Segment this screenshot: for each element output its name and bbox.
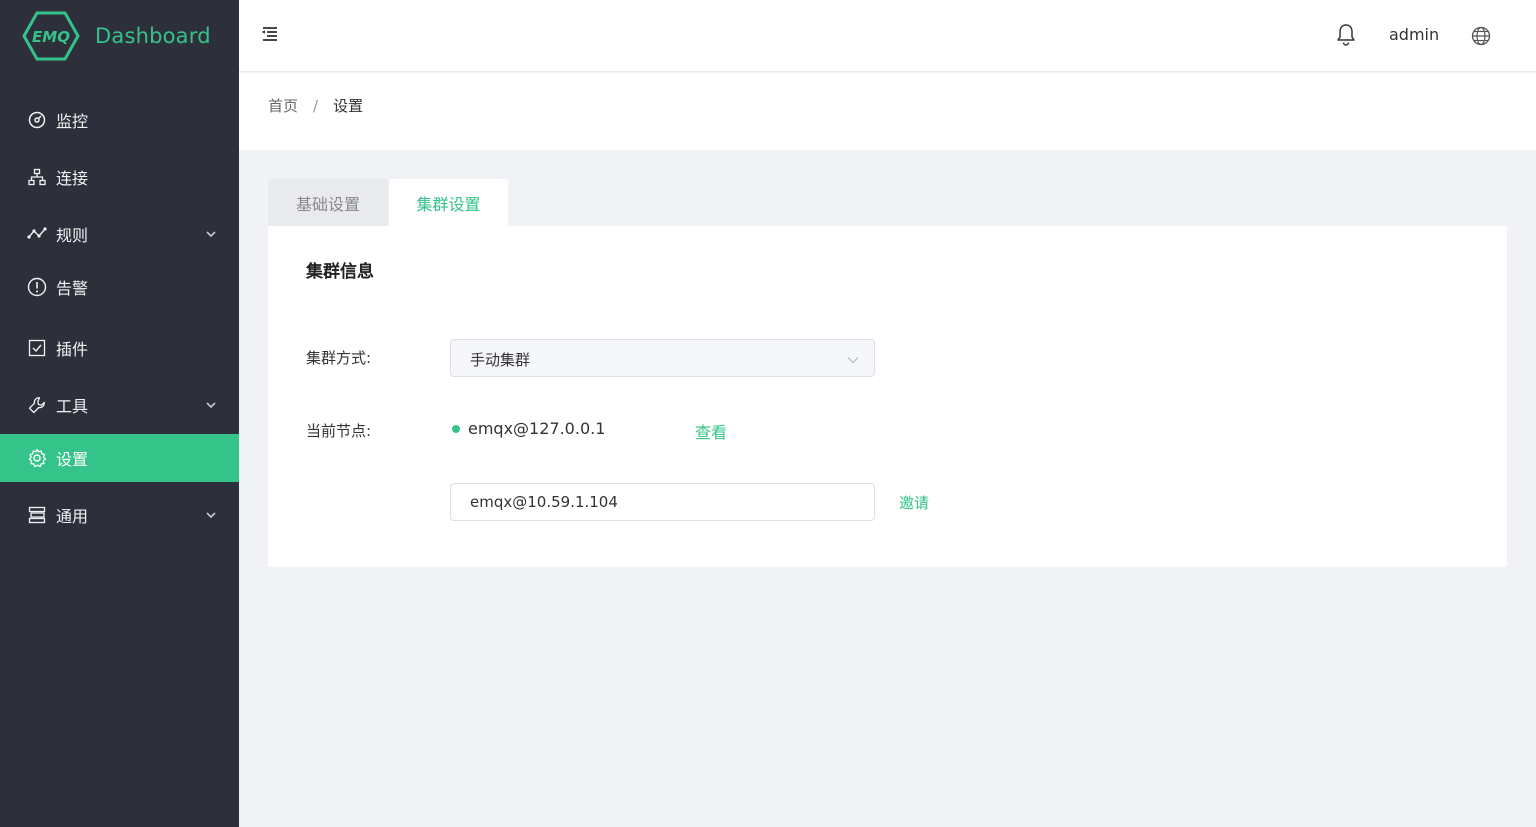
logo[interactable]: EMQ Dashboard	[0, 0, 239, 72]
sidebar-item-label: 规则	[56, 226, 89, 245]
sidebar-item-settings[interactable]: 设置	[0, 434, 239, 482]
checkbox-icon	[27, 338, 47, 358]
sidebar-item-alarms[interactable]: 告警	[0, 267, 239, 307]
sidebar-item-label: 工具	[56, 397, 89, 416]
alert-circle-icon	[27, 277, 47, 297]
current-node: emqx@127.0.0.1	[452, 419, 605, 438]
cluster-mode-label: 集群方式:	[306, 349, 372, 367]
invite-node-input[interactable]	[450, 483, 875, 521]
sidebar-menu: 监控 连接 规则 告警 插件 工具 设置 通用	[0, 96, 239, 539]
sidebar-item-label: 通用	[56, 507, 89, 526]
current-node-label: 当前节点:	[306, 422, 372, 440]
view-node-link[interactable]: 查看	[695, 419, 727, 443]
chevron-down-icon	[846, 352, 860, 366]
sidebar-item-label: 监控	[56, 112, 89, 131]
gear-icon	[27, 448, 47, 468]
sidebar-item-rules[interactable]: 规则	[0, 210, 239, 258]
svg-text:EMQ: EMQ	[32, 28, 70, 46]
sidebar-item-label: 插件	[56, 340, 89, 359]
globe-icon[interactable]	[1471, 26, 1491, 46]
rule-flow-icon	[27, 224, 47, 244]
cluster-mode-select[interactable]: 手动集群	[450, 339, 875, 377]
emq-logo-icon: EMQ	[22, 11, 80, 61]
current-node-value: emqx@127.0.0.1	[468, 419, 606, 438]
breadcrumb-bar: 首页 / 设置	[239, 73, 1536, 150]
sidebar-item-label: 告警	[56, 279, 89, 298]
sidebar-item-connections[interactable]: 连接	[0, 153, 239, 201]
wrench-icon	[27, 395, 47, 415]
settings-tabs: 基础设置 集群设置	[268, 179, 508, 226]
chevron-down-icon	[205, 399, 217, 411]
chevron-down-icon	[205, 509, 217, 521]
sidebar-item-label: 设置	[56, 450, 89, 469]
sidebar: EMQ Dashboard 监控 连接 规则 告警 插件 工具 设置 通用	[0, 0, 239, 827]
bell-icon[interactable]	[1335, 23, 1357, 47]
invite-button[interactable]: 邀请	[899, 492, 929, 513]
user-menu[interactable]: admin	[1389, 25, 1439, 44]
network-icon	[27, 167, 47, 187]
cluster-info-card: 集群信息 集群方式: 手动集群 当前节点: emqx@127.0.0.1 查看 …	[268, 226, 1507, 567]
card-title: 集群信息	[306, 262, 374, 282]
cluster-mode-value: 手动集群	[470, 351, 531, 369]
breadcrumb-current: 设置	[333, 97, 364, 115]
sidebar-item-general[interactable]: 通用	[0, 491, 239, 539]
gauge-icon	[27, 110, 47, 130]
tab-cluster-settings[interactable]: 集群设置	[389, 179, 508, 226]
sidebar-item-tools[interactable]: 工具	[0, 381, 239, 429]
top-header: admin	[239, 0, 1536, 72]
sidebar-item-label: 连接	[56, 169, 89, 188]
node-status-dot	[452, 424, 460, 433]
tab-basic-settings[interactable]: 基础设置	[268, 179, 388, 226]
breadcrumb-separator: /	[313, 96, 319, 115]
sidebar-item-plugins[interactable]: 插件	[0, 324, 239, 372]
sidebar-item-monitor[interactable]: 监控	[0, 96, 239, 144]
breadcrumb-home[interactable]: 首页	[268, 95, 298, 116]
server-icon	[27, 505, 47, 525]
collapse-sidebar-icon[interactable]	[261, 25, 279, 43]
app-title: Dashboard	[95, 24, 211, 48]
chevron-down-icon	[205, 228, 217, 240]
breadcrumb: 首页 / 设置	[268, 95, 363, 116]
